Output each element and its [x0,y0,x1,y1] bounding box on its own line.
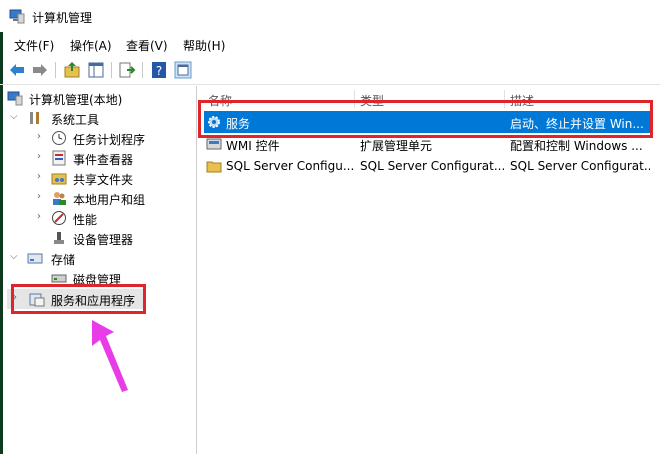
menu-action[interactable]: 操作(A) [70,37,112,54]
device-manager-icon [54,232,64,244]
wmi-control-icon [206,138,222,150]
chevron-right-icon[interactable]: › [37,131,47,142]
tree-label: 性能 [73,213,98,227]
show-hide-tree-icon[interactable] [87,61,105,79]
svg-text:?: ? [156,64,162,78]
column-header-name[interactable]: 名称 [208,92,232,109]
up-folder-icon[interactable] [63,61,81,79]
menu-view[interactable]: 查看(V) [126,37,168,54]
cell-type: SQL Server Configurat... [360,159,504,173]
menu-file[interactable]: 文件(F) [14,37,54,54]
tree-label: 事件查看器 [73,153,134,167]
window-title: 计算机管理 [32,11,93,25]
column-separator[interactable] [354,90,355,108]
tree-label: 任务计划程序 [73,133,146,147]
cell-name: WMI 控件 [226,139,280,153]
list-row-sql-server[interactable]: SQL Server Configu... SQL Server Configu… [204,155,652,177]
computer-management-icon [7,91,23,106]
title-bar: 计算机管理 [0,0,660,32]
help-icon[interactable]: ? [150,61,168,79]
performance-icon [52,211,66,225]
tools-icon [30,112,39,124]
export-list-icon[interactable] [118,61,136,79]
tree-label: 计算机管理(本地) [29,93,123,107]
toolbar: ? [0,56,660,85]
computer-management-icon [9,9,25,24]
column-separator[interactable] [504,90,505,108]
cell-description: 启动、终止并设置 Win... [510,117,644,131]
services-apps-icon [29,293,45,307]
forward-arrow-icon[interactable] [31,61,49,79]
gear-icon [208,116,220,128]
storage-icon [27,253,43,264]
column-header-type[interactable]: 类型 [360,92,384,109]
menu-help[interactable]: 帮助(H) [183,37,225,54]
back-arrow-icon[interactable] [8,61,26,79]
shared-folder-icon [51,173,67,185]
users-icon [53,192,66,205]
tree-label: 共享文件夹 [73,173,134,187]
chevron-right-icon[interactable]: › [37,211,47,222]
list-row-wmi[interactable]: WMI 控件 扩展管理单元 配置和控制 Windows ... [204,133,652,155]
cell-description: SQL Server Configurat... [510,159,650,173]
navigation-tree: 计算机管理(本地) ⌵ 系统工具 › 任务计划程序 › 事件查看器 › 共享文件… [3,86,197,454]
toolbar-separator [111,62,112,78]
chevron-right-icon[interactable]: › [37,151,47,162]
list-row-services[interactable]: 服务 启动、终止并设置 Win... [204,111,652,133]
tree-label: 存储 [51,253,76,267]
tree-label: 服务和应用程序 [51,294,136,308]
chevron-down-icon[interactable]: ⌵ [10,111,20,122]
properties-icon[interactable] [174,61,192,79]
content-list: 名称 类型 描述 服务 启动、终止并设置 Win... WMI 控件 扩展管理单… [198,86,660,454]
pointer-arrow-icon [92,320,128,392]
column-header-description[interactable]: 描述 [510,92,534,109]
cell-description: 配置和控制 Windows ... [510,139,643,153]
toolbar-separator [142,62,143,78]
cell-name: SQL Server Configu... [226,159,354,173]
event-log-icon [52,150,66,166]
toolbar-separator [55,62,56,78]
tree-label: 磁盘管理 [73,273,122,287]
tree-label: 系统工具 [51,113,100,127]
cell-name: 服务 [226,117,251,131]
tree-item-services-apps[interactable]: › 服务和应用程序 [7,289,145,309]
folder-icon [206,161,222,173]
chevron-right-icon[interactable]: › [13,292,23,303]
menu-bar: 文件(F) 操作(A) 查看(V) 帮助(H) [0,32,660,56]
clock-icon [52,131,66,145]
chevron-down-icon[interactable]: ⌵ [10,251,20,262]
chevron-right-icon[interactable]: › [37,191,47,202]
disk-icon [51,274,67,283]
chevron-right-icon[interactable]: › [37,171,47,182]
tree-label: 设备管理器 [73,233,134,247]
tree-label: 本地用户和组 [73,193,146,207]
cell-type: 扩展管理单元 [360,139,433,153]
